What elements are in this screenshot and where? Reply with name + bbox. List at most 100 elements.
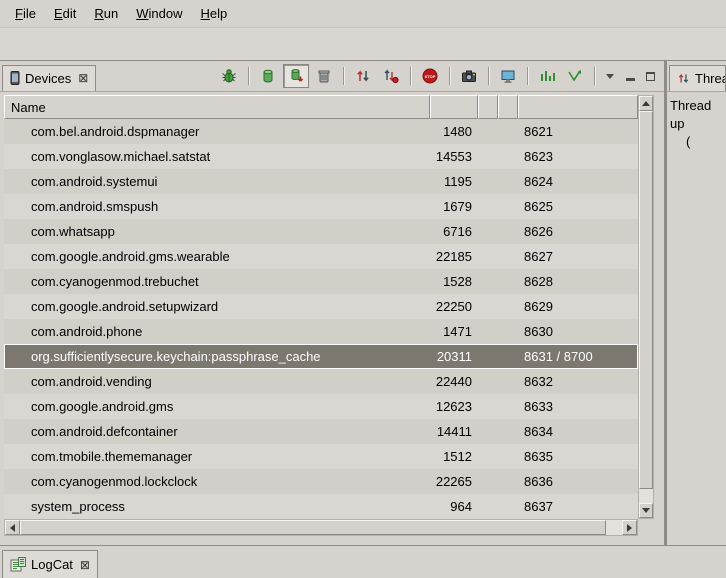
scroll-down-button[interactable] [639,503,653,518]
screen-capture-button[interactable] [456,64,482,88]
process-name: com.android.defcontainer [4,424,430,439]
process-port: 8624 [518,174,638,189]
devices-panel-header: Devices ⊠ [0,61,664,92]
table-row[interactable]: system_process 964 8637 [4,494,638,519]
table-row[interactable]: com.vonglasow.michael.satstat 14553 8623 [4,144,638,169]
process-port: 8623 [518,149,638,164]
process-name: com.cyanogenmod.lockclock [4,474,430,489]
process-name: com.whatsapp [4,224,430,239]
menu-file[interactable]: File [6,2,45,25]
process-name: com.android.phone [4,324,430,339]
tab-logcat[interactable]: LogCat ⊠ [2,550,98,578]
table-row[interactable]: com.android.vending 22440 8632 [4,369,638,394]
menu-help[interactable]: Help [191,2,236,25]
table-row[interactable]: com.whatsapp 6716 8626 [4,219,638,244]
stop-icon: STOP [422,68,438,84]
table-row[interactable]: org.sufficientlysecure.keychain:passphra… [4,344,638,369]
main-toolbar-strip [0,28,726,61]
svg-text:STOP: STOP [425,74,436,79]
toolbar-separator [248,67,249,85]
process-name: com.vonglasow.michael.satstat [4,149,430,164]
trash-gc-icon [316,68,332,84]
view-menu-button[interactable] [601,67,619,85]
process-pid: 14553 [430,149,478,164]
process-port: 8627 [518,249,638,264]
process-port: 8626 [518,224,638,239]
menu-window[interactable]: Window [127,2,191,25]
table-row[interactable]: com.cyanogenmod.trebuchet 1528 8628 [4,269,638,294]
threads-message-line2: ( [670,133,723,151]
process-name: com.android.smspush [4,199,430,214]
process-pid: 1480 [430,124,478,139]
table-row[interactable]: com.tmobile.thememanager 1512 8635 [4,444,638,469]
table-row[interactable]: com.android.phone 1471 8630 [4,319,638,344]
table-row[interactable]: com.google.android.setupwizard 22250 862… [4,294,638,319]
process-name: com.bel.android.dspmanager [4,124,430,139]
process-port: 8637 [518,499,638,514]
process-port: 8625 [518,199,638,214]
cause-gc-button[interactable] [311,64,337,88]
device-icon [10,71,20,85]
horizontal-scroll-thumb[interactable] [20,520,606,535]
maximize-icon [646,72,655,81]
update-heap-button[interactable] [255,64,281,88]
process-pid: 12623 [430,399,478,414]
toolbar-separator [343,67,344,85]
threads-message-line1: Thread up [670,97,723,133]
process-port: 8621 [518,124,638,139]
process-pid: 1679 [430,199,478,214]
process-port: 8634 [518,424,638,439]
vertical-scrollbar[interactable] [638,95,654,519]
process-name: com.android.systemui [4,174,430,189]
table-row[interactable]: com.android.defcontainer 14411 8634 [4,419,638,444]
table-row[interactable]: com.bel.android.dspmanager 1480 8621 [4,119,638,144]
process-pid: 14411 [430,424,478,439]
table-row[interactable]: com.android.systemui 1195 8624 [4,169,638,194]
debug-process-button[interactable] [216,64,242,88]
menu-edit[interactable]: Edit [45,2,85,25]
column-header-spacer1[interactable] [478,95,498,119]
update-threads-button[interactable] [350,64,376,88]
toolbar-separator [410,67,411,85]
stop-process-button[interactable]: STOP [417,64,443,88]
vertical-scroll-thumb[interactable] [639,111,653,489]
tab-devices[interactable]: Devices ⊠ [2,65,96,91]
table-row[interactable]: com.cyanogenmod.lockclock 22265 8636 [4,469,638,494]
close-icon[interactable]: ⊠ [78,72,88,84]
view-hierarchy-icon [500,68,516,84]
green-arrow-icon [567,68,583,84]
scroll-left-button[interactable] [5,520,20,535]
scroll-right-button[interactable] [622,520,637,535]
scroll-up-button[interactable] [639,96,653,111]
table-row[interactable]: com.android.smspush 1679 8625 [4,194,638,219]
process-pid: 22265 [430,474,478,489]
toolbar-separator [449,67,450,85]
column-header-port[interactable] [518,95,638,119]
menu-run[interactable]: Run [85,2,127,25]
arrow-left-icon [10,524,15,532]
tab-threads[interactable]: Threads [669,65,726,91]
method-profiling-button[interactable] [378,64,404,88]
process-name: org.sufficientlysecure.keychain:passphra… [4,349,430,364]
minimize-view-button[interactable] [621,67,639,85]
profile-arrow-button[interactable] [562,64,588,88]
view-hierarchy-button[interactable] [495,64,521,88]
threads-icon [677,72,690,85]
table-row[interactable]: com.google.android.gms 12623 8633 [4,394,638,419]
column-header-pid[interactable] [430,95,478,119]
table-row[interactable]: com.google.android.gms.wearable 22185 86… [4,244,638,269]
process-name: com.google.android.gms [4,399,430,414]
close-icon[interactable]: ⊠ [80,559,90,571]
column-header-spacer2[interactable] [498,95,518,119]
update-heap-icon [260,68,276,84]
heap-bars-button[interactable] [534,64,560,88]
column-header-name[interactable]: Name [4,95,430,119]
method-profiling-icon [383,68,399,84]
process-port: 8629 [518,299,638,314]
chevron-down-icon [606,74,614,79]
process-port: 8633 [518,399,638,414]
process-port: 8632 [518,374,638,389]
dump-hprof-button[interactable] [283,64,309,88]
horizontal-scrollbar[interactable] [4,519,638,536]
maximize-view-button[interactable] [641,67,659,85]
